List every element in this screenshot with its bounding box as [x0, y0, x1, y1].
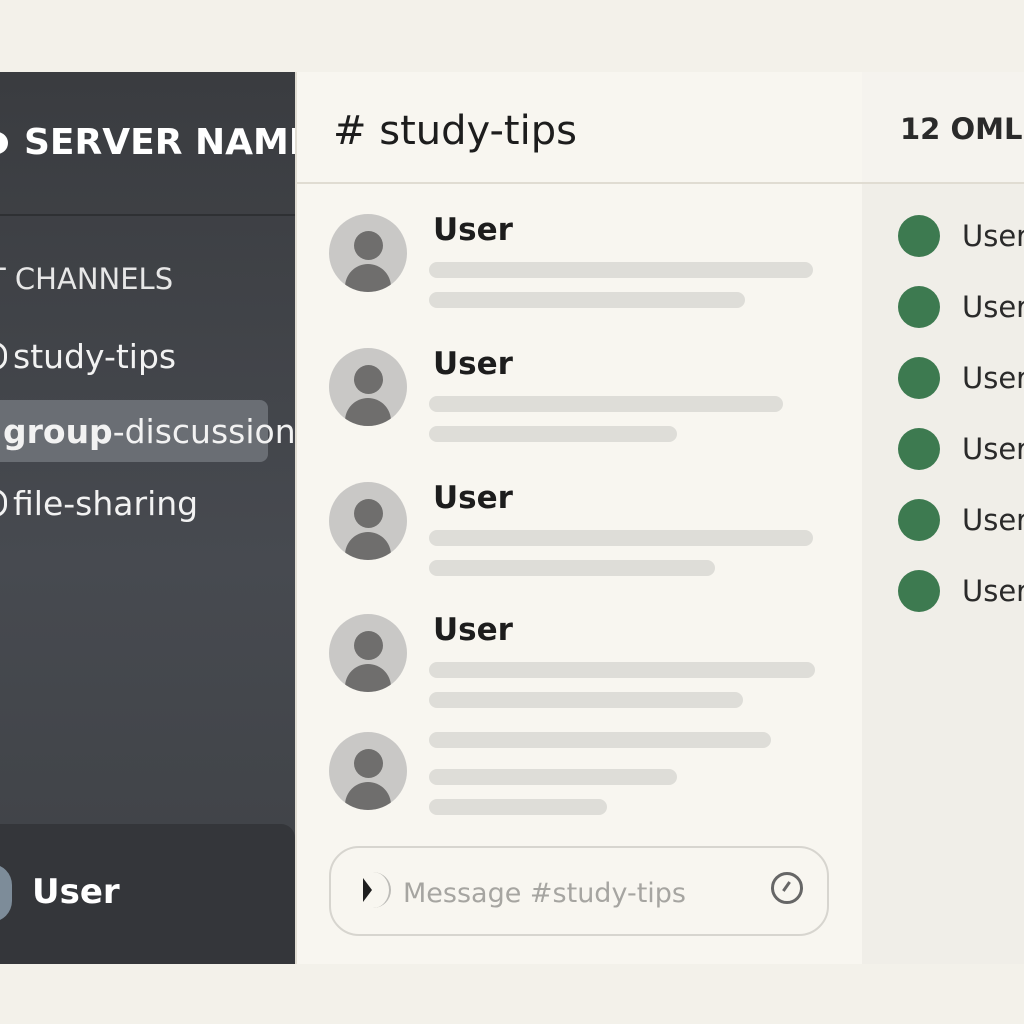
message-text-placeholder: [429, 799, 607, 815]
person-head-icon: [354, 631, 383, 660]
channel-file-sharing[interactable]: file-sharing: [0, 472, 268, 534]
chat-panel: # study-tips User User User User: [295, 72, 864, 964]
message-composer: [329, 846, 829, 936]
server-name: SERVER NAME: [24, 122, 295, 163]
avatar[interactable]: [329, 348, 407, 426]
emoji-icon[interactable]: [771, 872, 803, 904]
server-icon: [0, 132, 8, 154]
online-count: 12 OMLIM: [900, 112, 1024, 146]
person-body-icon: [345, 664, 391, 692]
channel-icon: [0, 489, 7, 517]
message-text-placeholder: [429, 732, 771, 748]
member-item[interactable]: Useri: [898, 569, 1024, 613]
current-user-name: User: [32, 872, 120, 912]
channel-label-rest: -discussion: [112, 411, 295, 451]
member-list: 12 OMLIM Useri Useri Useri Useri Useri U…: [862, 72, 1024, 964]
member-name: Useri: [962, 219, 1024, 253]
message-text-placeholder: [429, 262, 813, 278]
channel-study-tips[interactable]: study-tips: [0, 325, 268, 387]
avatar[interactable]: [329, 482, 407, 560]
server-header[interactable]: SERVER NAME: [0, 72, 295, 216]
channel-group-discussion[interactable]: group -discussion: [0, 400, 295, 462]
online-status-icon: [898, 570, 940, 612]
channel-category[interactable]: T CHANNELS: [0, 262, 173, 296]
message-text-placeholder: [429, 662, 815, 678]
person-body-icon: [345, 398, 391, 426]
message-text-placeholder: [429, 530, 813, 546]
member-item[interactable]: Useri: [898, 285, 1024, 329]
person-body-icon: [345, 782, 391, 810]
avatar[interactable]: [329, 732, 407, 810]
member-name: Useri: [962, 503, 1024, 537]
message-author[interactable]: User: [433, 346, 513, 382]
channel-label: study-tips: [13, 336, 177, 376]
message-text-placeholder: [429, 692, 743, 708]
message-text-placeholder: [429, 769, 677, 785]
member-item[interactable]: Useri: [898, 427, 1024, 471]
online-status-icon: [898, 428, 940, 470]
person-head-icon: [354, 749, 383, 778]
member-name: Useri: [962, 432, 1024, 466]
person-head-icon: [354, 365, 383, 394]
attach-icon[interactable]: [363, 878, 372, 902]
person-head-icon: [354, 231, 383, 260]
message-text-placeholder: [429, 560, 715, 576]
message-author[interactable]: User: [433, 612, 513, 648]
message-text-placeholder: [429, 426, 677, 442]
avatar[interactable]: [329, 214, 407, 292]
message-author[interactable]: User: [433, 480, 513, 516]
chat-header: # study-tips: [297, 72, 862, 184]
member-item[interactable]: Useri: [898, 356, 1024, 400]
avatar[interactable]: [0, 864, 12, 922]
member-list-header: 12 OMLIM: [862, 72, 1024, 184]
message-input[interactable]: [401, 872, 765, 914]
attach-icon-arc: [373, 872, 391, 908]
message-text-placeholder: [429, 292, 745, 308]
person-body-icon: [345, 264, 391, 292]
online-status-icon: [898, 357, 940, 399]
app-window: SERVER NAME T CHANNELS study-tips group -…: [0, 72, 1024, 964]
member-name: Useri: [962, 361, 1024, 395]
online-status-icon: [898, 286, 940, 328]
message-text-placeholder: [429, 396, 783, 412]
message-author[interactable]: User: [433, 212, 513, 248]
category-label: T CHANNELS: [0, 262, 174, 296]
avatar[interactable]: [329, 614, 407, 692]
member-name: Useri: [962, 290, 1024, 324]
channel-label-strong: group: [3, 411, 113, 451]
channel-icon: [0, 342, 7, 370]
channel-label: file-sharing: [13, 483, 199, 523]
user-panel: User: [0, 824, 295, 964]
channel-title: # study-tips: [333, 108, 577, 154]
member-name: Useri: [962, 574, 1024, 608]
member-item[interactable]: Useri: [898, 498, 1024, 542]
online-status-icon: [898, 499, 940, 541]
person-body-icon: [345, 532, 391, 560]
member-item[interactable]: Useri: [898, 214, 1024, 258]
server-sidebar: SERVER NAME T CHANNELS study-tips group -…: [0, 72, 295, 964]
person-head-icon: [354, 499, 383, 528]
online-status-icon: [898, 215, 940, 257]
